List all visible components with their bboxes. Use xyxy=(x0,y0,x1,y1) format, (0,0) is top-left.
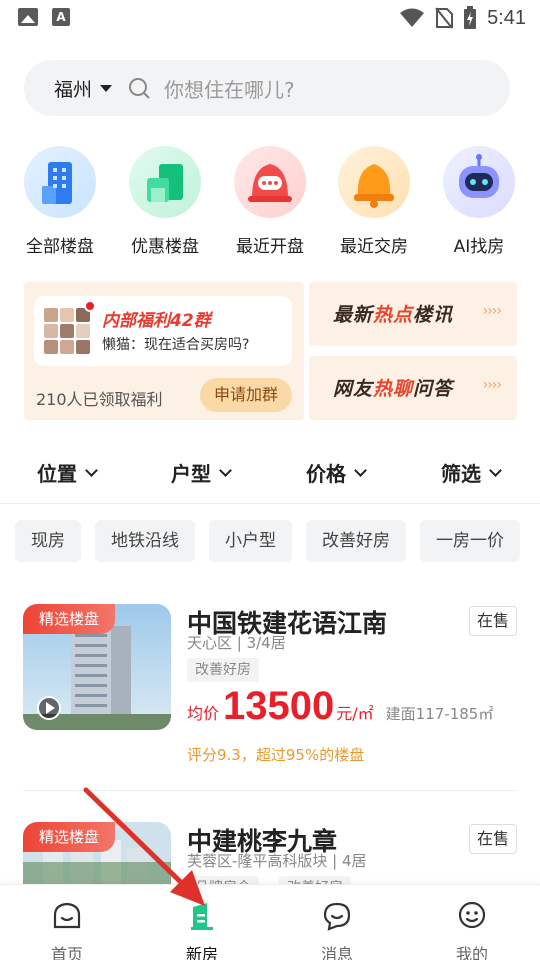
category-label: 最近开盘 xyxy=(236,237,304,257)
listing-district: 天心区 | 3/4居 xyxy=(187,634,286,652)
bell-chat-icon xyxy=(234,146,306,218)
category-recent-handover[interactable]: 最近交房 xyxy=(326,146,422,257)
rating-text: 评分9.3，超过95%的楼盘 xyxy=(187,746,365,764)
hot-news-title: 最新热点楼讯 xyxy=(333,304,454,326)
featured-badge: 精选楼盘 xyxy=(23,822,115,852)
nav-label: 首页 xyxy=(50,945,83,960)
filter-bar: 位置 户型 价格 筛选 xyxy=(0,446,540,504)
profile-icon xyxy=(458,901,486,929)
hot-news-banner[interactable]: 最新热点楼讯 ›››› xyxy=(309,282,517,346)
category-label: 优惠楼盘 xyxy=(131,237,199,257)
no-sim-icon xyxy=(435,7,454,29)
nav-label: 消息 xyxy=(320,945,353,960)
nav-messages[interactable]: 消息 xyxy=(297,901,377,960)
bell-icon xyxy=(338,146,410,218)
play-video-icon[interactable] xyxy=(37,696,61,720)
tag-upgrade[interactable]: 改善好房 xyxy=(306,520,406,562)
filter-location[interactable]: 位置 xyxy=(37,458,98,487)
listing-photo[interactable]: 精选楼盘 xyxy=(23,822,171,884)
listing-district: 芙蓉区-隆平高科版块 | 4居 xyxy=(187,852,367,870)
caret-down-icon[interactable] xyxy=(100,84,113,92)
city-selector[interactable]: 福州 xyxy=(54,75,92,102)
listing-photo[interactable]: 精选楼盘 xyxy=(23,604,171,730)
arrows-icon: ›››› xyxy=(482,303,502,319)
claimed-count: 210人已领取福利 xyxy=(36,390,163,409)
clock: 5:41 xyxy=(487,6,526,29)
bottom-nav: 首页 新房 消息 我的 xyxy=(0,884,540,960)
group-title: 内部福利42群 xyxy=(102,311,211,331)
feature-tag: 品牌房企 xyxy=(187,876,259,884)
chevron-down-icon xyxy=(489,463,502,477)
nav-label: 我的 xyxy=(455,945,488,960)
quick-tags: 现房 地铁沿线 小户型 改善好房 一房一价 xyxy=(15,520,520,562)
tag-metro[interactable]: 地铁沿线 xyxy=(95,520,195,562)
price-unit: 元/㎡ xyxy=(336,704,374,723)
wifi-icon xyxy=(400,8,425,27)
gallery-notification-icon xyxy=(18,8,38,26)
tag-ready-house[interactable]: 现房 xyxy=(15,520,81,562)
search-icon xyxy=(129,78,150,99)
welfare-group-banner[interactable]: 内部福利42群 懒猫：现在适合买房吗? 210人已领取福利 申请加群 xyxy=(24,282,304,420)
battery-charging-icon xyxy=(464,6,477,29)
qa-banner[interactable]: 网友热聊问答 ›››› xyxy=(309,356,517,420)
chevron-down-icon xyxy=(354,463,367,477)
listing-card[interactable]: 精选楼盘 中国铁建花语江南 在售 天心区 | 3/4居 改善好房 均价 1350… xyxy=(23,604,517,774)
new-house-icon xyxy=(191,903,213,930)
status-bar: A 5:41 xyxy=(0,0,540,36)
nav-label: 新房 xyxy=(185,945,218,960)
tag-one-price[interactable]: 一房一价 xyxy=(420,520,520,562)
price-prefix: 均价 xyxy=(187,704,220,723)
category-label: 最近交房 xyxy=(340,237,408,257)
floor-area: 建面117-185㎡ xyxy=(385,705,494,723)
feature-tag: 改善好房 xyxy=(279,876,351,884)
category-discount-buildings[interactable]: 优惠楼盘 xyxy=(117,146,213,257)
a-notification-icon: A xyxy=(52,8,70,26)
group-card[interactable]: 内部福利42群 懒猫：现在适合买房吗? xyxy=(34,296,292,366)
sale-status-badge: 在售 xyxy=(468,824,517,854)
search-bar[interactable]: 福州 你想住在哪儿? xyxy=(24,60,510,116)
sale-status-badge: 在售 xyxy=(468,606,517,636)
discount-building-icon xyxy=(129,146,201,218)
robot-icon xyxy=(443,146,515,218)
featured-badge: 精选楼盘 xyxy=(23,604,115,634)
category-label: AI找房 xyxy=(453,237,505,257)
arrows-icon: ›››› xyxy=(482,377,502,393)
price-row: 均价 13500 元/㎡ 建面117-185㎡ xyxy=(187,684,493,729)
nav-profile[interactable]: 我的 xyxy=(432,901,512,960)
feature-tag: 改善好房 xyxy=(187,658,259,682)
category-all-buildings[interactable]: 全部楼盘 xyxy=(12,146,108,257)
category-ai-search[interactable]: AI找房 xyxy=(431,146,527,257)
nav-new-house[interactable]: 新房 xyxy=(162,901,242,960)
tag-small-unit[interactable]: 小户型 xyxy=(209,520,292,562)
qa-title: 网友热聊问答 xyxy=(333,378,454,400)
divider xyxy=(23,790,517,791)
group-message: 懒猫：现在适合买房吗? xyxy=(102,337,250,353)
home-face-icon xyxy=(53,902,81,929)
search-input[interactable]: 你想住在哪儿? xyxy=(164,74,295,103)
category-label: 全部楼盘 xyxy=(26,237,94,257)
unread-dot xyxy=(84,300,96,312)
message-icon xyxy=(323,902,351,931)
chevron-down-icon xyxy=(85,463,98,477)
nav-home[interactable]: 首页 xyxy=(27,901,107,960)
price-value: 13500 xyxy=(223,684,335,728)
filter-more[interactable]: 筛选 xyxy=(441,458,502,487)
filter-layout[interactable]: 户型 xyxy=(171,458,232,487)
join-group-button[interactable]: 申请加群 xyxy=(199,378,292,412)
building-icon xyxy=(24,146,96,218)
group-avatars xyxy=(44,308,90,354)
chevron-down-icon xyxy=(219,463,232,477)
category-recent-opening[interactable]: 最近开盘 xyxy=(222,146,318,257)
listing-card[interactable]: 精选楼盘 中建桃李九章 在售 芙蓉区-隆平高科版块 | 4居 品牌房企 改善好房 xyxy=(23,822,517,884)
category-row: 全部楼盘 优惠楼盘 最近开盘 最近交房 AI找房 xyxy=(0,146,540,262)
filter-price[interactable]: 价格 xyxy=(306,458,367,487)
